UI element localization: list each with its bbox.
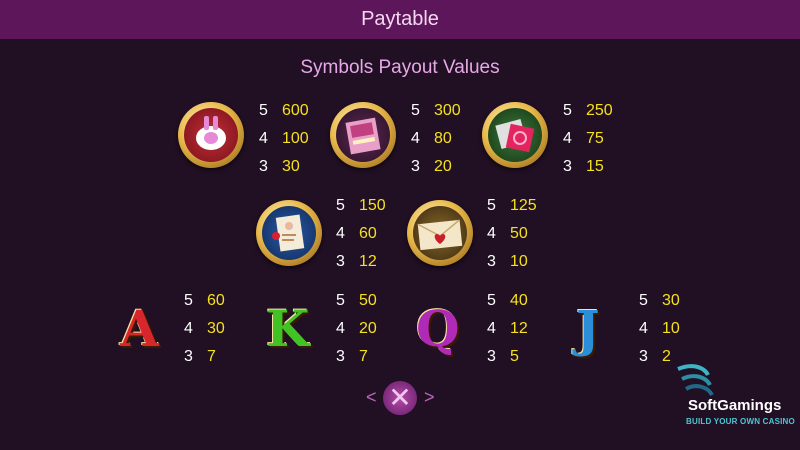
pay-value: 125 [510, 197, 537, 214]
pay-count: 4 [487, 320, 496, 337]
pay-value: 80 [434, 130, 452, 147]
pay-row: 37 [336, 348, 426, 368]
pay-row: 5 60 [184, 292, 274, 312]
pay-row: 5 250 [563, 102, 653, 122]
paytable-header: Paytable [0, 0, 800, 39]
pay-value: 20 [434, 158, 452, 175]
pay-row: 4 50 [487, 225, 577, 245]
pay-count: 5 [184, 292, 193, 309]
vibrator-symbol-icon [178, 102, 244, 168]
pay-count: 4 [411, 130, 420, 147]
pay-count: 4 [336, 225, 345, 242]
pay-value: 50 [510, 225, 528, 242]
pay-value: 15 [586, 158, 604, 175]
pay-count: 3 [336, 348, 345, 365]
close-control: < ✕ > [364, 381, 436, 415]
brand-watermark: SoftGamings BUILD YOUR OWN CASINO [668, 361, 800, 431]
pay-value: 100 [282, 130, 309, 147]
pay-count: 4 [487, 225, 496, 242]
letter-k-symbol-icon: K [266, 299, 310, 358]
pay-count: 3 [487, 253, 496, 270]
pay-row: 37 [184, 348, 274, 368]
pay-row: 5 125 [487, 197, 577, 217]
pay-count: 4 [336, 320, 345, 337]
pay-value: 50 [359, 292, 377, 309]
magazine-symbol-icon [330, 102, 396, 168]
love-letter-symbol-icon [407, 200, 473, 266]
brand-tagline: BUILD YOUR OWN CASINO [686, 417, 795, 426]
pay-row: 3 10 [487, 253, 577, 273]
pay-value: 150 [359, 197, 386, 214]
close-button[interactable]: ✕ [383, 381, 417, 415]
pay-value: 30 [282, 158, 300, 175]
pay-row: 4 20 [336, 320, 426, 340]
pay-value: 7 [207, 348, 216, 365]
pay-row: 5 30 [639, 292, 729, 312]
pay-row: 4 75 [563, 130, 653, 150]
page-title: Paytable [361, 8, 439, 30]
pay-count: 4 [563, 130, 572, 147]
softgamings-logo-icon [677, 364, 714, 397]
pay-value: 30 [207, 320, 225, 337]
pay-value: 20 [359, 320, 377, 337]
pay-row: 4 10 [639, 320, 729, 340]
pay-row: 4 12 [487, 320, 577, 340]
pay-row: 35 [487, 348, 577, 368]
pay-count: 5 [411, 102, 420, 119]
pay-row: 4 30 [184, 320, 274, 340]
letter-a-symbol-icon: A [120, 299, 159, 358]
pay-value: 300 [434, 102, 461, 119]
chevron-left-icon[interactable]: < [366, 387, 377, 408]
pay-count: 3 [259, 158, 268, 175]
business-card-symbol-icon [256, 200, 322, 266]
section-subtitle: Symbols Payout Values [300, 57, 500, 78]
pay-count: 3 [336, 253, 345, 270]
pay-count: 5 [639, 292, 648, 309]
pay-row: 5 40 [487, 292, 577, 312]
pay-value: 10 [510, 253, 528, 270]
pay-value: 5 [510, 348, 519, 365]
pay-count: 5 [487, 292, 496, 309]
pay-count: 3 [411, 158, 420, 175]
pay-row: 3 15 [563, 158, 653, 178]
pay-value: 7 [359, 348, 368, 365]
letter-j-symbol-icon: J [576, 299, 600, 358]
pay-value: 60 [207, 292, 225, 309]
pay-count: 3 [563, 158, 572, 175]
brand-name: SoftGamings [688, 397, 782, 414]
pay-value: 75 [586, 130, 604, 147]
condom-symbol-icon [482, 102, 548, 168]
chevron-right-icon[interactable]: > [424, 387, 435, 408]
pay-count: 3 [487, 348, 496, 365]
pay-value: 250 [586, 102, 613, 119]
pay-row: 5 50 [336, 292, 426, 312]
pay-value: 30 [662, 292, 680, 309]
pay-value: 600 [282, 102, 309, 119]
pay-value: 40 [510, 292, 528, 309]
pay-count: 5 [336, 292, 345, 309]
letter-q-symbol-icon: Q [416, 299, 460, 358]
pay-count: 4 [639, 320, 648, 337]
pay-value: 10 [662, 320, 680, 337]
pay-value: 12 [510, 320, 528, 337]
pay-count: 3 [639, 348, 648, 365]
pay-value: 60 [359, 225, 377, 242]
pay-count: 5 [563, 102, 572, 119]
pay-value: 12 [359, 253, 377, 270]
pay-count: 4 [259, 130, 268, 147]
pay-count: 4 [184, 320, 193, 337]
pay-count: 5 [487, 197, 496, 214]
pay-count: 3 [184, 348, 193, 365]
pay-count: 5 [259, 102, 268, 119]
pay-count: 5 [336, 197, 345, 214]
